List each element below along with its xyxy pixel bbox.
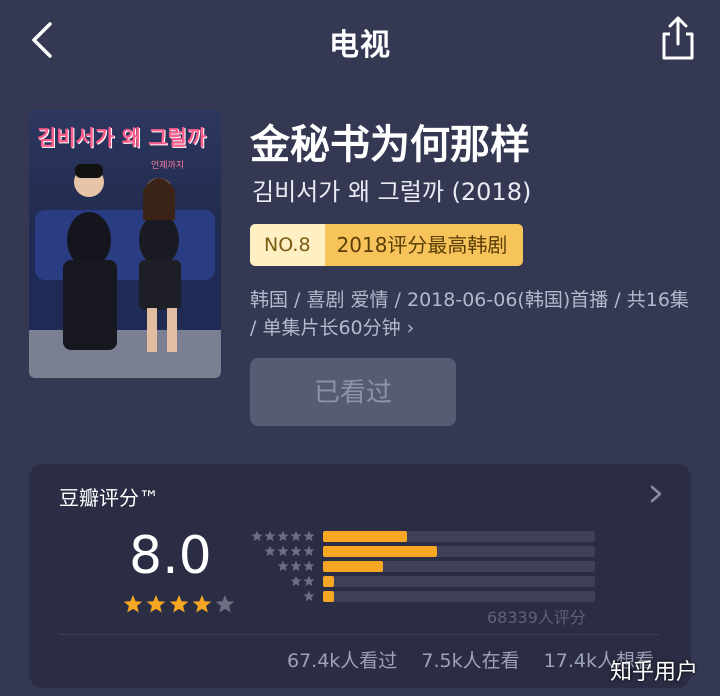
rating-count: 68339人评分 bbox=[487, 608, 586, 627]
star-icon bbox=[123, 595, 143, 613]
star-icon bbox=[303, 530, 315, 542]
watched-count[interactable]: 67.4k人看过 bbox=[287, 650, 397, 672]
star-icon bbox=[251, 530, 263, 542]
star-icon bbox=[277, 545, 289, 557]
distribution-bar bbox=[323, 576, 334, 587]
star-icon bbox=[290, 575, 302, 587]
watched-button[interactable]: 已看过 bbox=[250, 358, 456, 426]
rating-stars bbox=[123, 594, 235, 614]
watching-count[interactable]: 7.5k人在看 bbox=[421, 650, 519, 672]
star-icon bbox=[169, 595, 189, 613]
distribution-bar-track bbox=[323, 546, 595, 557]
chevron-right-icon: › bbox=[406, 317, 415, 339]
distribution-row bbox=[239, 560, 599, 574]
distribution-stars bbox=[264, 545, 315, 557]
svg-text:언제까지: 언제까지 bbox=[151, 159, 184, 171]
rating-score: 8.0 bbox=[129, 526, 212, 586]
poster-image[interactable]: 언제까지 김비서가 왜 그럴까 bbox=[29, 110, 221, 378]
star-icon bbox=[303, 575, 315, 587]
watermark: 知乎用户 bbox=[610, 660, 699, 685]
star-icon bbox=[290, 530, 302, 542]
distribution-row bbox=[239, 590, 599, 604]
show-original-title: 김비서가 왜 그럴까 (2018) bbox=[252, 178, 532, 206]
distribution-bar bbox=[323, 546, 438, 557]
star-icon bbox=[264, 545, 276, 557]
rank-label: 2018评分最高韩剧 bbox=[324, 224, 524, 266]
show-meta[interactable]: 韩国 / 喜剧 爱情 / 2018-06-06(韩国)首播 / 共16集 / 单… bbox=[250, 286, 700, 342]
distribution-bar-track bbox=[323, 576, 595, 587]
ranking-badge[interactable]: NO.8 2018评分最高韩剧 bbox=[250, 224, 524, 266]
divider bbox=[59, 634, 659, 635]
distribution-stars bbox=[251, 530, 315, 542]
show-title: 金秘书为何那样 bbox=[250, 122, 530, 168]
distribution-stars bbox=[290, 575, 315, 587]
page-title: 电视 bbox=[329, 28, 391, 63]
distribution-bar-track bbox=[323, 591, 595, 602]
star-icon bbox=[215, 595, 235, 613]
star-icon bbox=[303, 560, 315, 572]
distribution-bar bbox=[323, 561, 383, 572]
poster-title: 김비서가 왜 그럴까 bbox=[37, 126, 207, 150]
rating-card[interactable]: 豆瓣评分™ 8.0 68339人评分 67.4k人看过 7.5k人在看 17.4… bbox=[29, 464, 691, 688]
star-icon bbox=[290, 545, 302, 557]
distribution-stars bbox=[277, 560, 315, 572]
rating-header: 豆瓣评分™ bbox=[59, 486, 159, 510]
distribution-bar bbox=[323, 531, 408, 542]
distribution-bar bbox=[323, 591, 334, 602]
star-icon bbox=[277, 560, 289, 572]
distribution-bar-track bbox=[323, 531, 595, 542]
star-icon bbox=[192, 595, 212, 613]
star-icon bbox=[290, 560, 302, 572]
star-icon bbox=[146, 595, 166, 613]
distribution-bar-track bbox=[323, 561, 595, 572]
star-icon bbox=[303, 545, 315, 557]
rank-number: NO.8 bbox=[250, 224, 325, 266]
star-icon bbox=[264, 530, 276, 542]
top-nav-bar: 电视 bbox=[0, 0, 720, 82]
distribution-row bbox=[239, 575, 599, 589]
star-icon bbox=[277, 530, 289, 542]
distribution-row bbox=[239, 545, 599, 559]
share-icon[interactable] bbox=[656, 14, 700, 62]
distribution-row bbox=[239, 530, 599, 544]
star-icon bbox=[303, 590, 315, 602]
distribution-stars bbox=[303, 590, 315, 602]
meta-text: 韩国 / 喜剧 爱情 / 2018-06-06(韩国)首播 / 共16集 / 单… bbox=[250, 289, 689, 339]
chevron-right-icon[interactable] bbox=[649, 484, 663, 504]
